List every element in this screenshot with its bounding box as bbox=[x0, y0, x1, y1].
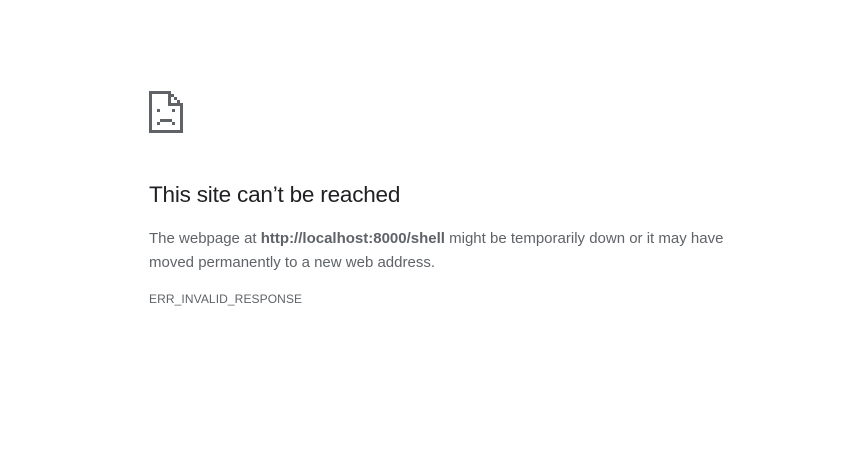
page-title: This site can’t be reached bbox=[149, 182, 401, 207]
error-page-content: This site can’t be reached The webpage a… bbox=[149, 91, 759, 306]
message-prefix: The webpage at bbox=[149, 230, 261, 247]
sad-document-icon bbox=[149, 91, 183, 133]
error-code: ERR_INVALID_RESPONSE bbox=[149, 292, 303, 306]
url-text: http://localhost:8000/shell bbox=[260, 230, 445, 247]
error-message: The webpage at http://localhost:8000/she… bbox=[149, 227, 759, 275]
